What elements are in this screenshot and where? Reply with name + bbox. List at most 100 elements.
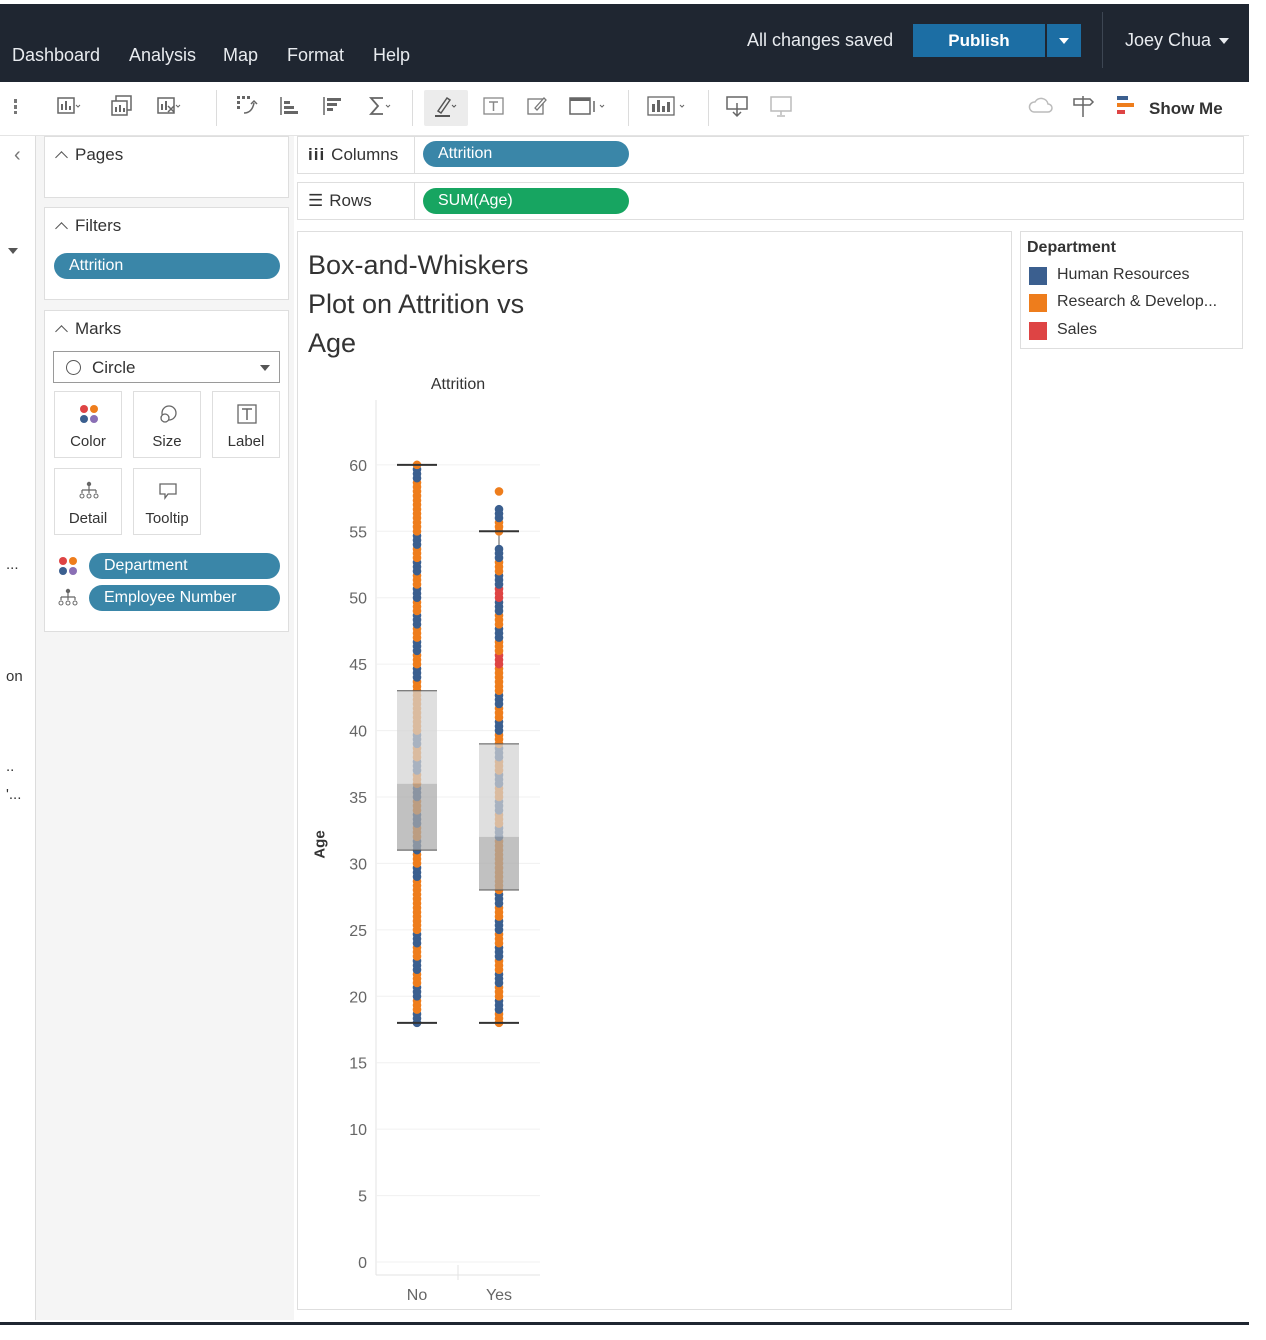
chevron-up-icon	[55, 325, 68, 338]
menu-map[interactable]: Map	[223, 45, 258, 66]
rows-icon: ☰	[308, 191, 324, 210]
divider	[414, 183, 415, 219]
new-worksheet-icon[interactable]	[56, 93, 82, 119]
truncated-field[interactable]: on	[6, 668, 23, 685]
y-tick-label: 50	[349, 591, 367, 608]
y-tick-label: 30	[349, 856, 367, 873]
y-axis-title[interactable]: Age	[312, 830, 329, 858]
y-tick-label: 10	[349, 1122, 367, 1139]
toolbar-separator	[628, 90, 629, 126]
tableau-workspace: Dashboard Analysis Map Format Help All c…	[0, 0, 1266, 1340]
signpost-icon[interactable]	[1070, 93, 1096, 119]
publish-button[interactable]: Publish	[913, 24, 1045, 57]
toolbar-separator	[216, 90, 217, 126]
show-me-icon[interactable]	[1115, 93, 1137, 119]
hierarchy-icon	[79, 481, 99, 499]
collapse-pane-icon[interactable]: ‹	[14, 144, 21, 167]
text-label-icon[interactable]	[481, 93, 507, 119]
color-button[interactable]: Color	[54, 391, 122, 458]
chart-type-icon[interactable]	[646, 93, 690, 119]
duplicate-sheet-icon[interactable]	[110, 93, 136, 119]
columns-pill-attrition[interactable]: Attrition	[423, 141, 629, 167]
x-tick-label-no[interactable]: No	[407, 1287, 428, 1304]
menu-help[interactable]: Help	[373, 45, 410, 66]
totals-icon[interactable]	[366, 93, 392, 119]
user-menu[interactable]: Joey Chua	[1125, 30, 1230, 51]
chevron-down-icon[interactable]	[8, 248, 18, 254]
text-label-icon	[237, 404, 257, 424]
legend-title: Department	[1027, 239, 1116, 256]
column-header-attrition[interactable]: Attrition	[376, 376, 540, 394]
box-lower-quartile[interactable]	[479, 836, 519, 890]
annotate-icon[interactable]	[525, 93, 551, 119]
toolbar-separator	[412, 90, 413, 126]
y-tick-label: 60	[349, 458, 367, 475]
filter-pill-attrition[interactable]: Attrition	[54, 253, 280, 279]
divider	[1102, 12, 1103, 68]
data-point-yes[interactable]	[494, 487, 504, 496]
x-tick-label-yes[interactable]: Yes	[486, 1287, 512, 1304]
legend-swatch	[1029, 322, 1047, 340]
marks-title[interactable]: Marks	[55, 319, 121, 339]
size-label: Size	[152, 433, 182, 450]
size-button[interactable]: Size	[133, 391, 201, 458]
tooltip-button[interactable]: Tooltip	[133, 468, 201, 535]
rows-pill-sum-age[interactable]: SUM(Age)	[423, 188, 629, 214]
menu-analysis[interactable]: Analysis	[129, 45, 196, 66]
box-plot-chart[interactable]: 0 5 10 15 20 25 30 35 40 45 50 55 60 No Yes	[330, 395, 545, 1310]
color-dots-icon	[59, 557, 77, 575]
menu-dashboard[interactable]: Dashboard	[12, 45, 100, 66]
show-me-button[interactable]: Show Me	[1149, 99, 1223, 119]
box-upper-quartile[interactable]	[397, 690, 437, 784]
mark-field-employee-number[interactable]: Employee Number	[89, 585, 280, 611]
fit-view-icon[interactable]	[568, 93, 608, 119]
data-point-yes[interactable]	[494, 504, 504, 514]
pages-title[interactable]: Pages	[55, 145, 123, 165]
label-button[interactable]: Label	[212, 391, 280, 458]
box-upper-quartile[interactable]	[479, 743, 519, 837]
toolbar-edge-icon[interactable]	[4, 93, 17, 119]
download-icon[interactable]	[724, 93, 750, 119]
chevron-down-icon	[1219, 38, 1230, 45]
y-tick-label: 20	[349, 989, 367, 1006]
y-tick-label: 40	[349, 724, 367, 741]
y-tick-label: 5	[358, 1189, 367, 1206]
y-tick-label: 0	[358, 1255, 367, 1272]
sheet-title[interactable]: Box-and-Whiskers Plot on Attrition vs Ag…	[308, 246, 568, 363]
menu-format[interactable]: Format	[287, 45, 344, 66]
detail-label: Detail	[68, 510, 108, 527]
swap-rows-columns-icon[interactable]	[234, 93, 260, 119]
size-circles-icon	[160, 405, 177, 423]
sort-descending-icon[interactable]	[320, 93, 346, 119]
clear-sheet-icon[interactable]	[156, 93, 182, 119]
toolbar-separator	[708, 90, 709, 126]
mark-field-department[interactable]: Department	[89, 553, 280, 579]
box-lower-quartile[interactable]	[397, 783, 437, 851]
detail-button[interactable]: Detail	[54, 468, 122, 535]
presentation-icon[interactable]	[768, 93, 794, 119]
circle-icon	[66, 360, 81, 375]
toolbar	[0, 82, 1249, 136]
tooltip-label: Tooltip	[145, 510, 189, 527]
chevron-up-icon	[55, 222, 68, 235]
y-tick-label: 25	[349, 923, 367, 940]
data-point-yes[interactable]	[494, 544, 504, 554]
truncated-field[interactable]: ...	[6, 556, 19, 573]
pages-card[interactable]: Pages	[44, 136, 289, 198]
publish-options-button[interactable]	[1047, 24, 1081, 57]
department-legend[interactable]: Department Human Resources Research & De…	[1020, 231, 1243, 349]
highlight-pen-icon[interactable]	[432, 93, 458, 119]
filters-title[interactable]: Filters	[55, 216, 121, 236]
chevron-up-icon	[55, 151, 68, 164]
save-status: All changes saved	[747, 30, 894, 50]
sort-ascending-icon[interactable]	[277, 93, 303, 119]
mark-type-dropdown[interactable]: Circle	[53, 351, 280, 383]
y-tick-label: 55	[349, 524, 367, 541]
mark-type-value: Circle	[92, 358, 136, 377]
hierarchy-icon	[58, 588, 78, 606]
user-name: Joey Chua	[1125, 30, 1212, 50]
truncated-field[interactable]: '...	[6, 786, 21, 803]
color-dots-icon	[80, 405, 98, 423]
cloud-icon[interactable]	[1028, 93, 1054, 119]
truncated-field[interactable]: ..	[6, 758, 14, 775]
